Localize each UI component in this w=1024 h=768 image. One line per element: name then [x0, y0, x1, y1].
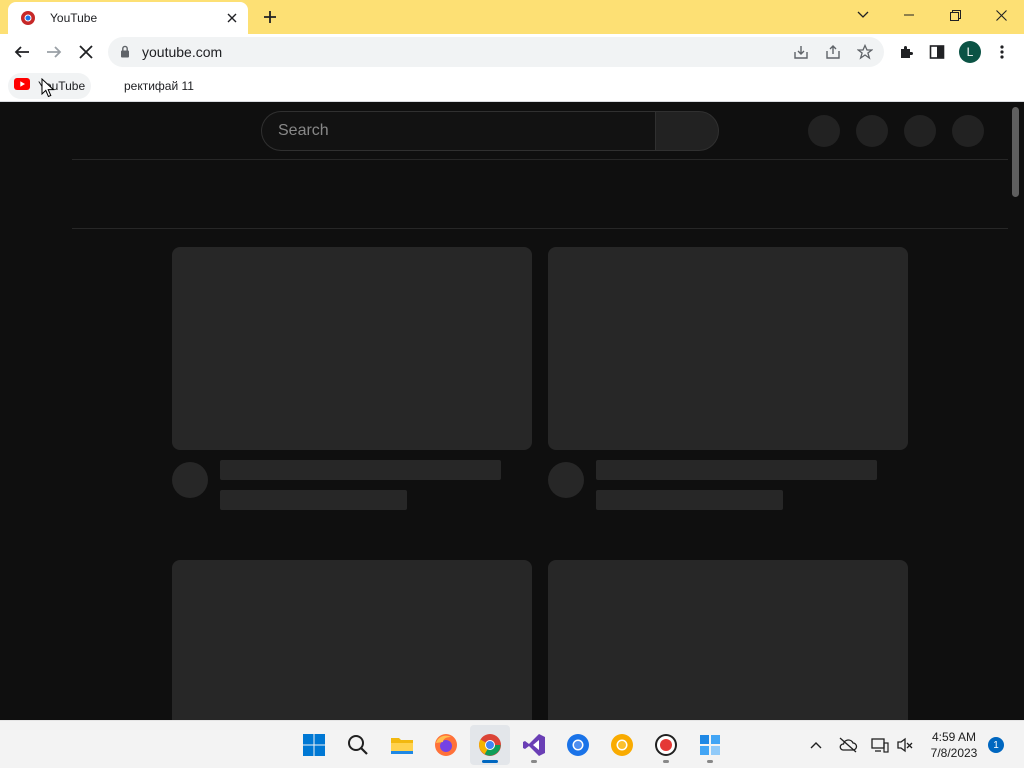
video-thumbnail-placeholder [548, 560, 908, 720]
tab-title: YouTube [50, 11, 98, 25]
video-title-placeholder [220, 460, 501, 480]
browser-toolbar: youtube.com L [0, 34, 1024, 70]
install-app-icon[interactable] [789, 40, 813, 64]
chips-divider [72, 228, 1008, 229]
forward-button[interactable] [40, 38, 68, 66]
cloud-offline-icon[interactable] [836, 733, 860, 757]
page-scrollbar[interactable] [1012, 107, 1019, 197]
back-button[interactable] [8, 38, 36, 66]
running-app-indicator [531, 760, 537, 763]
chrome-icon[interactable] [470, 725, 510, 765]
video-thumbnail-placeholder [172, 560, 532, 720]
video-meta-placeholder [596, 490, 783, 510]
running-app-indicator [663, 760, 669, 763]
visual-studio-icon[interactable] [514, 725, 554, 765]
record-icon[interactable] [646, 725, 686, 765]
tab-close-icon[interactable] [220, 6, 244, 30]
clock-date: 7/8/2023 [930, 746, 978, 760]
url-text: youtube.com [142, 44, 223, 60]
chromium-icon[interactable] [558, 725, 598, 765]
search-button[interactable] [655, 111, 719, 151]
address-bar[interactable]: youtube.com [108, 37, 884, 67]
video-thumbnail-placeholder [548, 247, 908, 450]
header-divider [72, 159, 1008, 160]
minimize-button[interactable] [886, 0, 932, 30]
video-title-placeholder [596, 460, 877, 480]
channel-avatar-placeholder [548, 462, 584, 498]
video-meta-placeholder [220, 490, 407, 510]
youtube-logo-icon [14, 77, 30, 95]
bookmark-star-icon[interactable] [853, 40, 877, 64]
clock-time: 4:59 AM [931, 730, 977, 744]
firefox-icon[interactable] [426, 725, 466, 765]
search-box [261, 111, 656, 151]
lock-icon[interactable] [120, 45, 130, 63]
file-explorer-icon[interactable] [382, 725, 422, 765]
video-thumbnail-placeholder [172, 247, 532, 450]
start-icon[interactable] [294, 725, 334, 765]
notification-badge[interactable]: 1 [988, 737, 1004, 753]
youtube-page [0, 103, 1024, 720]
active-app-indicator [482, 760, 498, 763]
share-icon[interactable] [821, 40, 845, 64]
search-input[interactable] [262, 112, 656, 150]
running-app-indicator [707, 760, 713, 763]
tab-search-chevron-icon[interactable] [840, 0, 886, 30]
profile-avatar[interactable]: L [959, 41, 981, 63]
chrome-canary-favicon-icon [20, 10, 36, 26]
extensions-icon[interactable] [892, 38, 920, 66]
search-icon[interactable] [338, 725, 378, 765]
app-grid-icon[interactable] [690, 725, 730, 765]
bookmark-rectify[interactable]: ректифай 11 [118, 73, 200, 99]
header-icon-placeholder [856, 115, 888, 147]
channel-avatar-placeholder [172, 462, 208, 498]
header-icon-placeholder [952, 115, 984, 147]
browser-menu-icon[interactable] [988, 38, 1016, 66]
stop-loading-button[interactable] [72, 38, 100, 66]
browser-titlebar: YouTube [0, 0, 1024, 34]
bookmarks-bar: YouTube ректифай 11 [0, 70, 1024, 102]
restore-button[interactable] [932, 0, 978, 30]
close-window-button[interactable] [978, 0, 1024, 30]
header-icon-placeholder [808, 115, 840, 147]
header-icon-placeholder [904, 115, 936, 147]
side-panel-icon[interactable] [923, 38, 951, 66]
show-hidden-icons-chevron-icon[interactable] [804, 733, 828, 757]
new-tab-button[interactable] [258, 5, 282, 29]
system-clock[interactable]: 4:59 AM 7/8/2023 [920, 729, 988, 761]
windows-taskbar: 4:59 AM 7/8/2023 1 [0, 720, 1024, 768]
network-icon[interactable] [868, 733, 892, 757]
chrome-canary-icon[interactable] [602, 725, 642, 765]
mouse-cursor-icon [41, 77, 55, 103]
volume-muted-icon[interactable] [893, 733, 917, 757]
tab-youtube[interactable]: YouTube [8, 2, 248, 34]
